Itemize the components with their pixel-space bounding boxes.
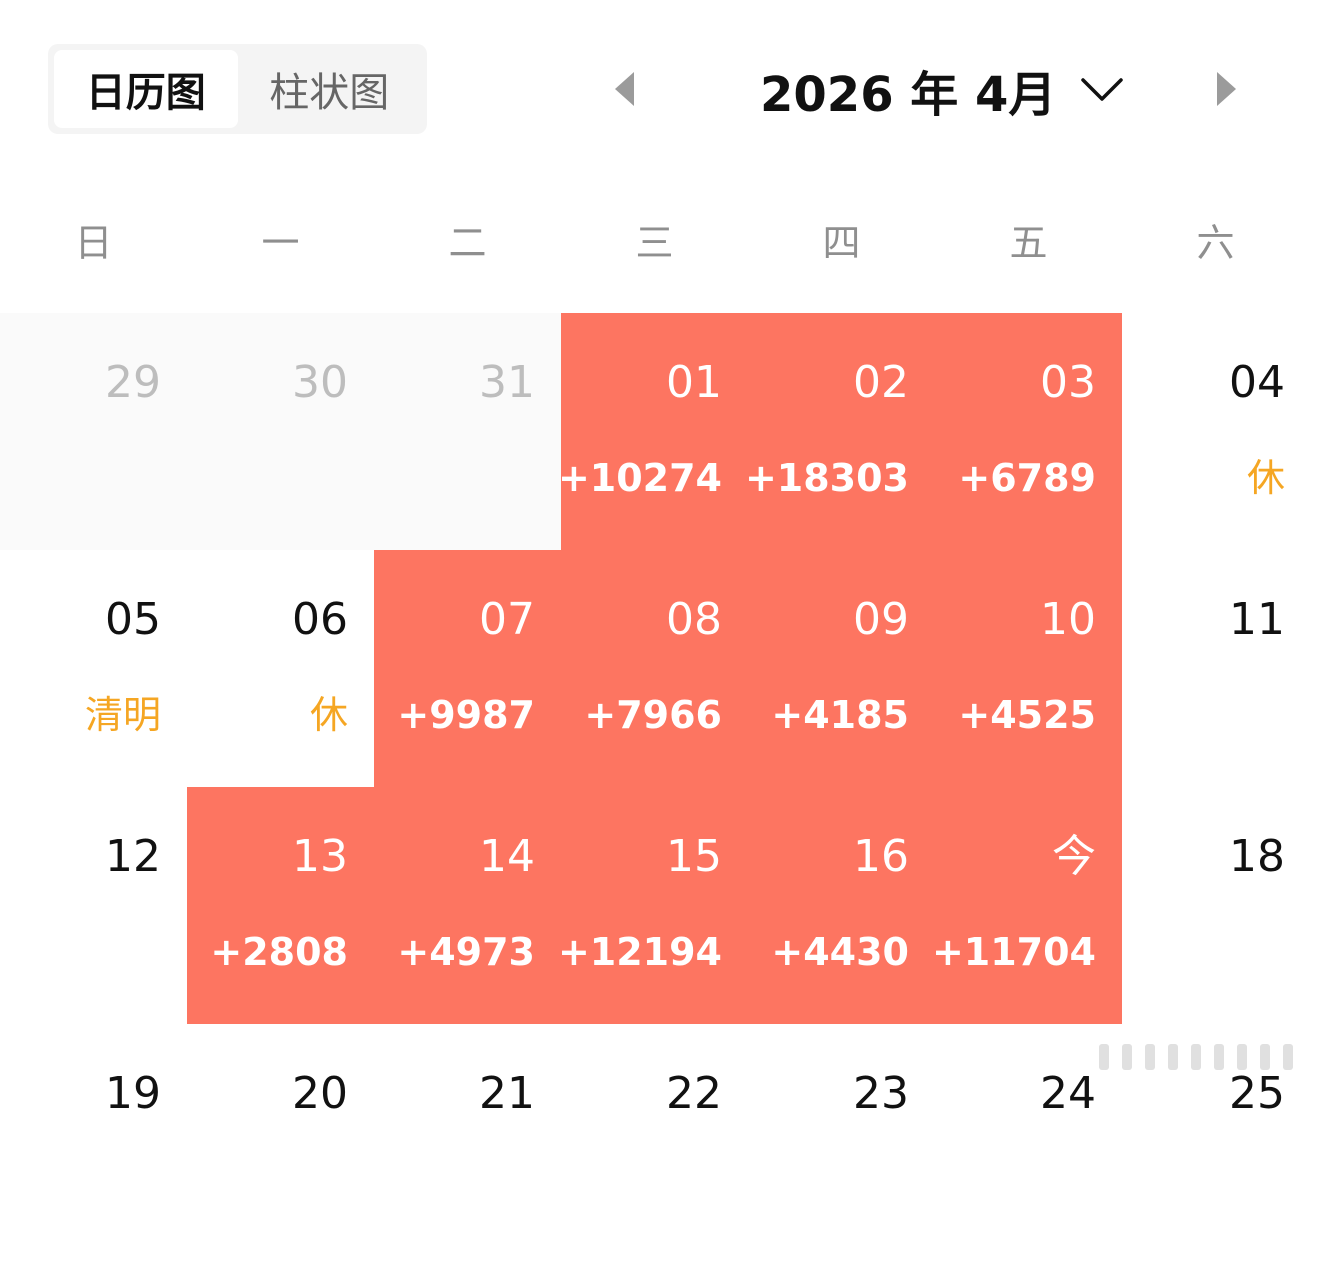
day-value: +6789 <box>958 456 1096 500</box>
day-number: 06 <box>292 594 348 645</box>
calendar-day-cell[interactable]: 03 +6789 <box>935 313 1122 550</box>
day-number: 16 <box>853 831 909 882</box>
day-number: 04 <box>1229 357 1285 408</box>
calendar-day-cell[interactable]: 21 <box>374 1024 561 1261</box>
calendar-day-cell[interactable]: 22 <box>561 1024 748 1261</box>
day-value: +9987 <box>397 693 535 737</box>
holiday-label: 休 <box>1246 456 1285 500</box>
calendar-day-cell[interactable]: 13 +2808 <box>187 787 374 1024</box>
day-number: 07 <box>479 594 535 645</box>
calendar-day-cell[interactable]: 16 +4430 <box>748 787 935 1024</box>
calendar-day-cell[interactable]: 19 <box>0 1024 187 1261</box>
prev-month-arrow-icon[interactable] <box>615 72 634 106</box>
day-value: +4185 <box>771 693 909 737</box>
calendar-day-cell[interactable]: 18 <box>1122 787 1311 1024</box>
calendar-day-cell[interactable]: 05 清明 <box>0 550 187 787</box>
calendar-day-cell[interactable]: 11 <box>1122 550 1311 787</box>
view-toggle: 日历图 柱状图 <box>48 44 427 134</box>
scroll-indicator <box>1082 1040 1310 1074</box>
calendar-day-cell[interactable]: 15 +12194 <box>557 787 748 1024</box>
day-number: 31 <box>479 357 535 408</box>
next-month-arrow-icon[interactable] <box>1217 72 1236 106</box>
day-number: 02 <box>853 357 909 408</box>
day-number: 29 <box>105 357 161 408</box>
day-value: +11704 <box>931 930 1096 974</box>
calendar-day-cell[interactable]: 06 休 <box>187 550 374 787</box>
day-number: 08 <box>666 594 722 645</box>
day-number: 13 <box>292 831 348 882</box>
calendar-day-cell[interactable]: 12 <box>0 787 187 1024</box>
weekday-label: 二 <box>448 221 487 265</box>
calendar-day-cell[interactable]: 04 休 <box>1122 313 1311 550</box>
day-value: +4973 <box>397 930 535 974</box>
calendar-day-cell[interactable]: 20 <box>187 1024 374 1261</box>
month-selector[interactable]: 2026 年 4月 <box>760 58 1124 123</box>
day-number: 12 <box>105 831 161 882</box>
month-title: 2026 年 4月 <box>760 67 1057 123</box>
day-value: +7966 <box>584 693 722 737</box>
day-number: 10 <box>1040 594 1096 645</box>
day-value: +10274 <box>557 456 722 500</box>
day-value: +18303 <box>744 456 909 500</box>
day-value: +4525 <box>958 693 1096 737</box>
day-number: 05 <box>105 594 161 645</box>
weekday-label: 三 <box>635 221 674 265</box>
calendar-day-cell[interactable]: 10 +4525 <box>935 550 1122 787</box>
calendar-day-cell[interactable]: 今 +11704 <box>931 787 1122 1024</box>
weekday-label: 四 <box>822 221 861 265</box>
day-number: 18 <box>1229 831 1285 882</box>
calendar-day-cell[interactable]: 31 <box>374 313 561 550</box>
calendar-day-cell[interactable]: 07 +9987 <box>374 550 561 787</box>
day-number: 23 <box>853 1068 909 1119</box>
calendar-day-cell[interactable]: 01 +10274 <box>557 313 748 550</box>
day-number: 22 <box>666 1068 722 1119</box>
holiday-label: 休 <box>309 693 348 737</box>
day-number: 11 <box>1229 594 1285 645</box>
calendar-day-cell[interactable]: 08 +7966 <box>561 550 748 787</box>
chevron-down-icon <box>1081 78 1124 101</box>
calendar-day-cell[interactable]: 14 +4973 <box>374 787 561 1024</box>
weekday-label: 一 <box>261 221 300 265</box>
day-value: +12194 <box>557 930 722 974</box>
calendar-day-cell[interactable]: 09 +4185 <box>748 550 935 787</box>
calendar-day-cell[interactable]: 29 <box>0 313 187 550</box>
calendar-day-cell[interactable]: 02 +18303 <box>744 313 935 550</box>
day-number: 14 <box>479 831 535 882</box>
day-number: 19 <box>105 1068 161 1119</box>
weekday-label: 五 <box>1009 221 1048 265</box>
day-value: +4430 <box>771 930 909 974</box>
weekday-label: 六 <box>1196 221 1235 265</box>
day-number: 今 <box>1052 831 1096 882</box>
calendar-day-cell[interactable]: 23 <box>748 1024 935 1261</box>
weekday-label: 日 <box>74 221 113 265</box>
holiday-label: 清明 <box>84 693 161 737</box>
bar-chart-view-tab[interactable]: 柱状图 <box>238 50 422 128</box>
day-number: 01 <box>666 357 722 408</box>
day-number: 20 <box>292 1068 348 1119</box>
day-number: 21 <box>479 1068 535 1119</box>
day-number: 15 <box>666 831 722 882</box>
day-number: 03 <box>1040 357 1096 408</box>
day-number: 09 <box>853 594 909 645</box>
calendar-view-tab[interactable]: 日历图 <box>54 50 238 128</box>
day-value: +2808 <box>210 930 348 974</box>
calendar-day-cell[interactable]: 30 <box>187 313 374 550</box>
day-number: 30 <box>292 357 348 408</box>
